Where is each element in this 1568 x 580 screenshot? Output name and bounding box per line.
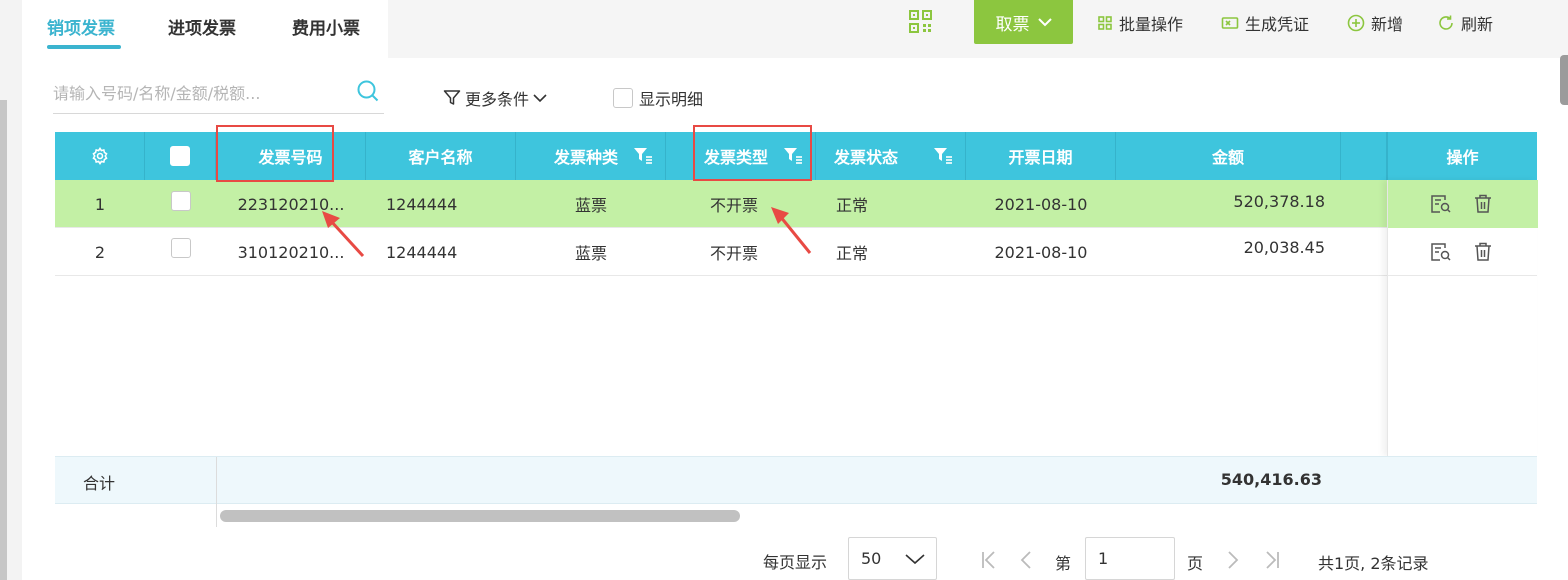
show-detail-checkbox[interactable]: [613, 88, 633, 108]
tab-sales-invoice[interactable]: 销项发票: [47, 14, 115, 39]
footer-total-label: 合计: [83, 474, 116, 493]
cell-customer-name: 1244444: [386, 194, 458, 214]
header-invoice-kind-label: 发票种类: [554, 148, 619, 167]
scrollbar-thumb[interactable]: [220, 510, 740, 522]
more-conditions-button[interactable]: 更多条件: [443, 86, 547, 110]
add-button[interactable]: 新增: [1347, 11, 1403, 35]
annotation-box-invoice-type: [693, 125, 812, 181]
prev-page-icon[interactable]: [1018, 550, 1034, 570]
row-checkbox-cell: [145, 228, 216, 276]
trash-icon[interactable]: [1474, 242, 1492, 262]
generate-voucher-label: 生成凭证: [1245, 15, 1310, 34]
row-index: 1: [94, 194, 106, 214]
annotation-arrow-icon: [771, 207, 812, 254]
row-actions: [1430, 194, 1492, 214]
filter-icon: [443, 90, 461, 105]
batch-operation-button[interactable]: 批量操作: [1097, 11, 1183, 35]
pagination: 每页显示 50 第 1 页 共1页, 2条记录: [0, 537, 1568, 580]
header-invoice-status[interactable]: 发票状态: [816, 132, 966, 180]
show-detail-label: 显示明细: [639, 90, 704, 109]
header-invoice-kind[interactable]: 发票种类: [516, 132, 666, 180]
show-detail-toggle[interactable]: 显示明细: [613, 86, 703, 110]
trash-icon[interactable]: [1474, 194, 1492, 214]
cell-customer-name: 1244444: [386, 242, 458, 262]
row-checkbox[interactable]: [170, 191, 191, 211]
voucher-icon: [1221, 17, 1239, 29]
add-label: 新增: [1371, 15, 1404, 34]
tab-expense-receipt[interactable]: 费用小票: [292, 14, 360, 39]
column-settings[interactable]: [55, 132, 145, 180]
tab-active-indicator: [47, 45, 121, 49]
table-footer: 合计 540,416.63: [55, 456, 1537, 527]
last-page-icon[interactable]: [1263, 550, 1281, 570]
header-invoice-status-label: 发票状态: [834, 148, 899, 167]
chevron-down-icon: [533, 94, 547, 103]
gear-icon: [91, 147, 108, 165]
row-index: 2: [94, 242, 106, 262]
cell-amount: 20,038.45: [1243, 238, 1325, 257]
header-issue-date[interactable]: 开票日期: [966, 132, 1116, 180]
pagination-summary: 共1页, 2条记录: [1318, 554, 1429, 573]
right-scrollbar[interactable]: [1560, 55, 1568, 105]
cell-amount: 520,378.18: [1233, 192, 1325, 211]
select-all-checkbox[interactable]: [170, 146, 190, 166]
invoice-table: 发票号码 客户名称 发票种类 发票类型 发票状态 开票日期 金额 操作 1 22…: [55, 132, 1538, 527]
row-checkbox-cell: [145, 180, 216, 228]
annotation-box-invoice-number: [216, 125, 334, 182]
grid-icon: [1098, 16, 1112, 30]
cell-invoice-kind: 蓝票: [574, 196, 607, 215]
cell-invoice-status: 正常: [836, 244, 869, 263]
cell-issue-date: 2021-08-10: [994, 194, 1088, 214]
view-detail-icon[interactable]: [1430, 194, 1452, 214]
generate-voucher-button[interactable]: 生成凭证: [1221, 11, 1309, 35]
first-page-icon[interactable]: [980, 550, 998, 570]
refresh-label: 刷新: [1461, 15, 1494, 34]
row-actions: [1430, 242, 1492, 262]
refresh-icon: [1439, 15, 1453, 30]
chevron-down-icon: [1037, 18, 1052, 27]
column-filter-icon[interactable]: [633, 147, 653, 165]
header-spacer: [1341, 132, 1387, 180]
batch-operation-label: 批量操作: [1119, 15, 1184, 34]
row-checkbox[interactable]: [170, 238, 191, 258]
footer-total-amount: 540,416.63: [1220, 470, 1322, 489]
column-filter-icon[interactable]: [933, 147, 953, 165]
select-all[interactable]: [145, 132, 216, 180]
next-page-icon[interactable]: [1225, 550, 1241, 570]
per-page-value: 50: [861, 549, 882, 568]
fetch-invoice-button[interactable]: 取票: [974, 0, 1073, 44]
header-amount[interactable]: 金额: [1116, 132, 1341, 180]
horizontal-scrollbar[interactable]: [217, 504, 1387, 526]
view-detail-icon[interactable]: [1430, 242, 1452, 262]
page-number-value: 1: [1098, 549, 1109, 568]
actions-column: [1387, 180, 1538, 456]
cell-invoice-kind: 蓝票: [574, 244, 607, 263]
annotation-arrow-icon: [322, 211, 365, 258]
search-input[interactable]: [53, 78, 343, 108]
search-box: [53, 74, 384, 114]
cell-invoice-status: 正常: [836, 196, 869, 215]
left-edge: [0, 0, 22, 580]
page-prefix: 第: [1055, 554, 1072, 573]
left-scrollbar[interactable]: [0, 100, 7, 580]
search-icon[interactable]: [356, 79, 380, 103]
plus-circle-icon: [1347, 14, 1365, 32]
header-customer-name[interactable]: 客户名称: [366, 132, 516, 180]
per-page-select[interactable]: 50: [848, 537, 937, 580]
refresh-button[interactable]: 刷新: [1437, 11, 1493, 35]
more-conditions-label: 更多条件: [465, 90, 530, 109]
chevron-down-icon: [905, 553, 925, 564]
tab-purchase-invoice[interactable]: 进项发票: [168, 14, 236, 39]
header-actions: 操作: [1387, 132, 1537, 180]
cell-issue-date: 2021-08-10: [994, 242, 1088, 262]
per-page-label: 每页显示: [763, 553, 828, 572]
page-input[interactable]: 1: [1085, 537, 1175, 580]
page-suffix: 页: [1187, 554, 1204, 573]
fetch-invoice-label: 取票: [995, 14, 1030, 35]
qrcode-icon[interactable]: [907, 9, 935, 35]
tab-bar: 销项发票 进项发票 费用小票: [22, 0, 388, 58]
